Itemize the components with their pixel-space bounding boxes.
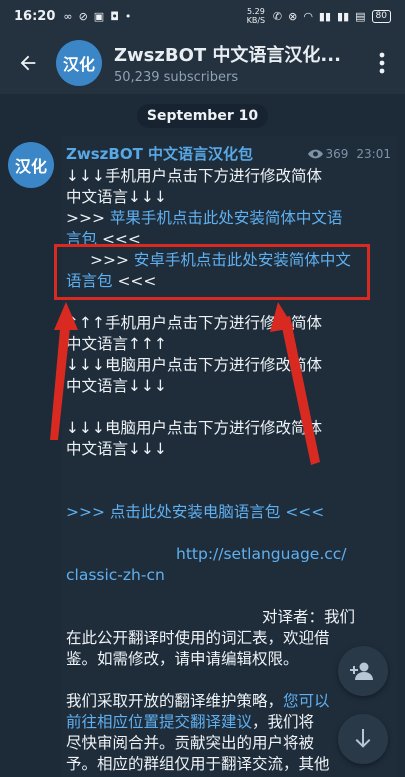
arrow-down-icon: [355, 729, 371, 748]
dot-icon: •: [124, 9, 132, 23]
wifi-icon: ◠: [303, 9, 313, 23]
notification-icon: ◘: [110, 9, 119, 23]
hd-icon: ▤: [355, 9, 366, 23]
more-vertical-icon: [379, 52, 385, 74]
text-line: 中文语言↓↓↓: [66, 440, 167, 458]
more-button[interactable]: [367, 52, 397, 74]
channel-title: ZwszBOT 中文语言汉化...: [114, 45, 341, 66]
net-speed: 5.29 KB/S: [246, 7, 266, 25]
text-prefix: >>>: [66, 209, 110, 227]
channel-avatar[interactable]: 汉化: [56, 40, 102, 86]
mute-icon: ⊗: [288, 9, 298, 23]
back-button[interactable]: [0, 32, 56, 94]
channel-info[interactable]: ZwszBOT 中文语言汉化... 50,239 subscribers: [114, 41, 367, 85]
text-line: 中文语言↓↓↓: [66, 188, 167, 206]
subscriber-count: 50,239 subscribers: [114, 70, 239, 85]
status-time: 16:20: [14, 8, 56, 24]
battery-icon: 80: [371, 9, 391, 23]
text-prefix: 我们采取开放的翻译维护策略，: [66, 692, 284, 710]
signal-icon-2: ▮▮: [337, 9, 350, 23]
text-line: 对译者：我们: [262, 608, 356, 626]
signal-icon: ▮▮: [318, 9, 332, 23]
text-line: ↑↑↑手机用户点击下方进行修改简体: [66, 314, 322, 332]
message-sender[interactable]: ZwszBOT 中文语言汉化包: [66, 144, 253, 165]
view-count: 369: [325, 146, 349, 161]
add-user-icon: [350, 662, 373, 680]
text-line: 中文语言↓↓↓: [66, 377, 167, 395]
translation-suggest-link[interactable]: 您可以: [283, 692, 330, 710]
setlanguage-url-link-cont[interactable]: classic-zh-cn: [66, 566, 165, 584]
date-divider: September 10: [136, 104, 269, 128]
text-line: ↓↓↓电脑用户点击下方进行修改简体: [66, 356, 322, 374]
back-arrow-icon: [20, 55, 36, 71]
text-line: ↓↓↓手机用户点击下方进行修改简体: [66, 167, 322, 185]
block-icon: ⊘: [78, 9, 88, 23]
message-avatar[interactable]: 汉化: [8, 142, 54, 188]
gallery-icon: ▣: [93, 9, 105, 23]
text-suffix: ，我们将: [252, 713, 315, 731]
text-line: ↓↓↓电脑用户点击下方进行修改简体: [66, 419, 322, 437]
status-bar: 16:20 ∞ ⊘ ▣ ◘ • 5.29 KB/S ✆ ⊗ ◠ ▮▮ ▮▮ ▤ …: [0, 0, 405, 32]
text-line: 予。相应的群组仅用于翻译交流，其他: [66, 755, 330, 773]
infinity-icon: ∞: [63, 9, 73, 23]
text-line: 中文语言↑↑↑: [66, 335, 167, 353]
message-time: 23:01: [356, 146, 391, 161]
translation-suggest-link-cont[interactable]: 前往相应位置提交翻译建议: [66, 713, 252, 731]
highlight-box: [54, 244, 370, 300]
eye-icon: [307, 149, 323, 159]
ios-install-link[interactable]: 苹果手机点击此处安装简体中文语: [110, 209, 343, 227]
chat-header: 汉化 ZwszBOT 中文语言汉化... 50,239 subscribers: [0, 32, 405, 94]
setlanguage-url-link[interactable]: http://setlanguage.cc/: [176, 545, 347, 563]
text-line: 在此公开翻译时使用的词汇表，欢迎借: [66, 629, 330, 647]
scroll-down-button[interactable]: [338, 714, 388, 764]
add-member-button[interactable]: [338, 646, 388, 696]
pc-install-link[interactable]: >>> 点击此处安装电脑语言包 <<<: [66, 503, 324, 521]
phone-icon: ✆: [272, 9, 283, 23]
